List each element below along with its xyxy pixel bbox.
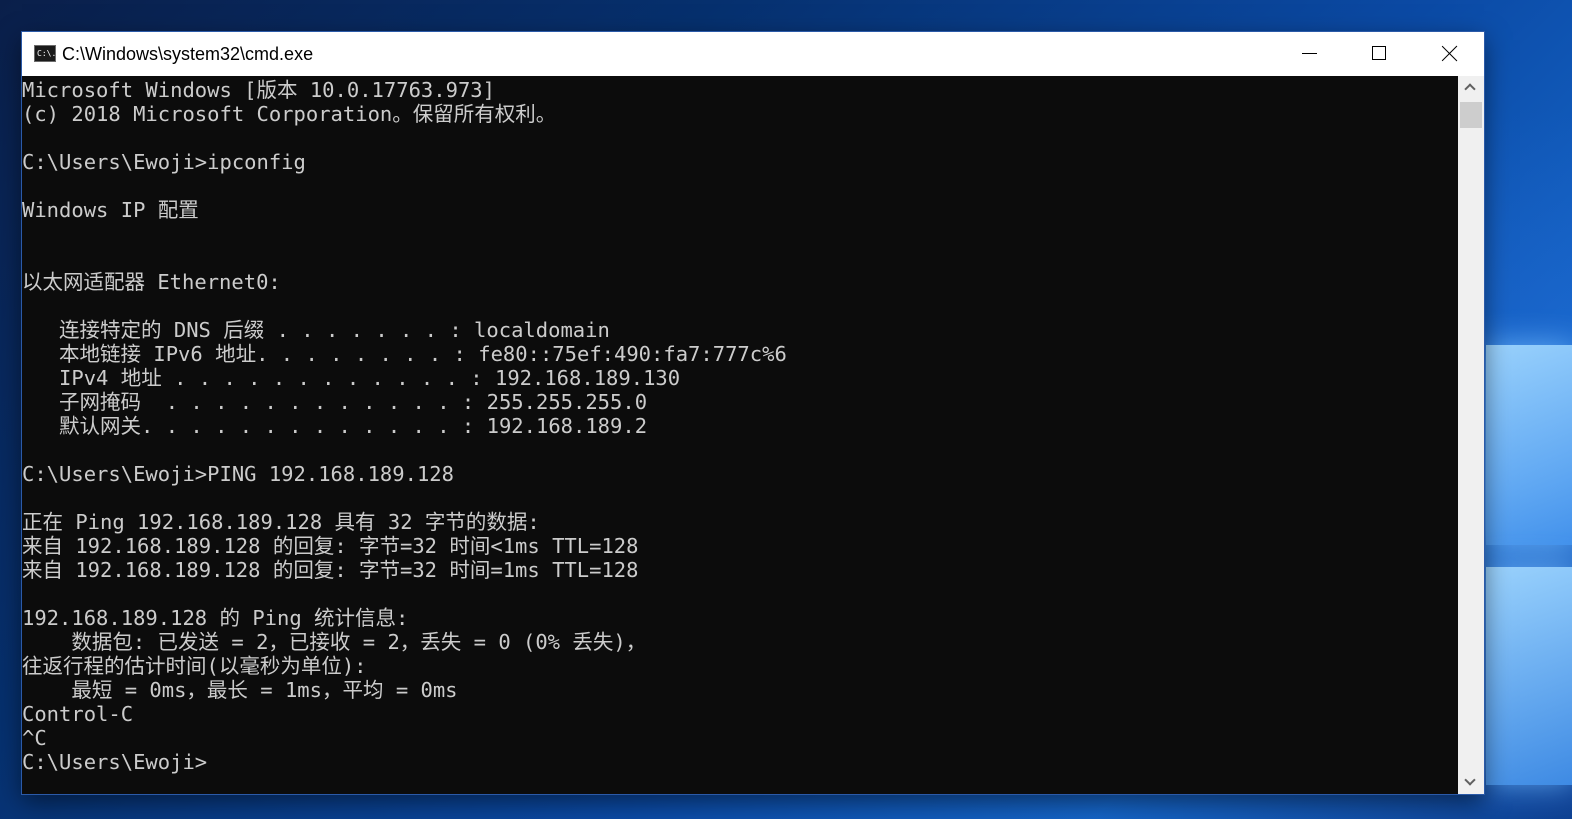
chevron-up-icon — [1464, 83, 1476, 95]
console-line: (c) 2018 Microsoft Corporation。保留所有权利。 — [22, 102, 557, 126]
console-line: 正在 Ping 192.168.189.128 具有 32 字节的数据: — [22, 510, 540, 534]
scroll-up-button[interactable] — [1458, 76, 1484, 100]
console-line: ^C — [22, 726, 47, 750]
console-line: 来自 192.168.189.128 的回复: 字节=32 时间<1ms TTL… — [22, 534, 639, 558]
console-line: C:\Users\Ewoji> — [22, 750, 208, 774]
chevron-down-icon — [1464, 774, 1476, 786]
minimize-icon — [1302, 53, 1317, 54]
console-line: 最短 = 0ms，最长 = 1ms，平均 = 0ms — [22, 678, 458, 702]
console-text: Microsoft Windows [版本 10.0.17763.973] (c… — [22, 78, 787, 774]
windows-logo-wallpaper — [1486, 345, 1572, 785]
console-line: 本地链接 IPv6 地址. . . . . . . . : fe80::75ef… — [22, 342, 787, 366]
vertical-scrollbar[interactable] — [1458, 76, 1484, 794]
cmd-icon[interactable]: C:\. — [34, 45, 56, 62]
title-bar[interactable]: C:\. C:\Windows\system32\cmd.exe — [22, 32, 1484, 76]
maximize-button[interactable] — [1344, 32, 1414, 76]
cmd-window[interactable]: C:\. C:\Windows\system32\cmd.exe Microso… — [22, 32, 1484, 794]
console-line: 往返行程的估计时间(以毫秒为单位): — [22, 654, 367, 678]
console-line: IPv4 地址 . . . . . . . . . . . . : 192.16… — [22, 366, 681, 390]
close-icon — [1441, 45, 1458, 62]
maximize-icon — [1372, 46, 1386, 60]
console-line: Control-C — [22, 702, 134, 726]
console-line: 来自 192.168.189.128 的回复: 字节=32 时间=1ms TTL… — [22, 558, 639, 582]
console-output[interactable]: Microsoft Windows [版本 10.0.17763.973] (c… — [22, 76, 1458, 794]
console-line: Microsoft Windows [版本 10.0.17763.973] — [22, 78, 495, 102]
console-line: 连接特定的 DNS 后缀 . . . . . . . : localdomain — [22, 318, 610, 342]
console-line: C:\Users\Ewoji>ipconfig — [22, 150, 306, 174]
console-line: 子网掩码 . . . . . . . . . . . . : 255.255.2… — [22, 390, 648, 414]
console-line: 数据包: 已发送 = 2，已接收 = 2，丢失 = 0 (0% 丢失)， — [22, 630, 647, 654]
console-line: 以太网适配器 Ethernet0: — [22, 270, 281, 294]
console-line: 192.168.189.128 的 Ping 统计信息: — [22, 606, 409, 630]
scroll-down-button[interactable] — [1458, 770, 1484, 794]
console-line: Windows IP 配置 — [22, 198, 199, 222]
console-line: 默认网关. . . . . . . . . . . . . : 192.168.… — [22, 414, 648, 438]
close-button[interactable] — [1414, 32, 1484, 76]
minimize-button[interactable] — [1274, 32, 1344, 76]
console-line: C:\Users\Ewoji>PING 192.168.189.128 — [22, 462, 454, 486]
window-title: C:\Windows\system32\cmd.exe — [62, 44, 314, 64]
scroll-thumb[interactable] — [1460, 102, 1482, 128]
